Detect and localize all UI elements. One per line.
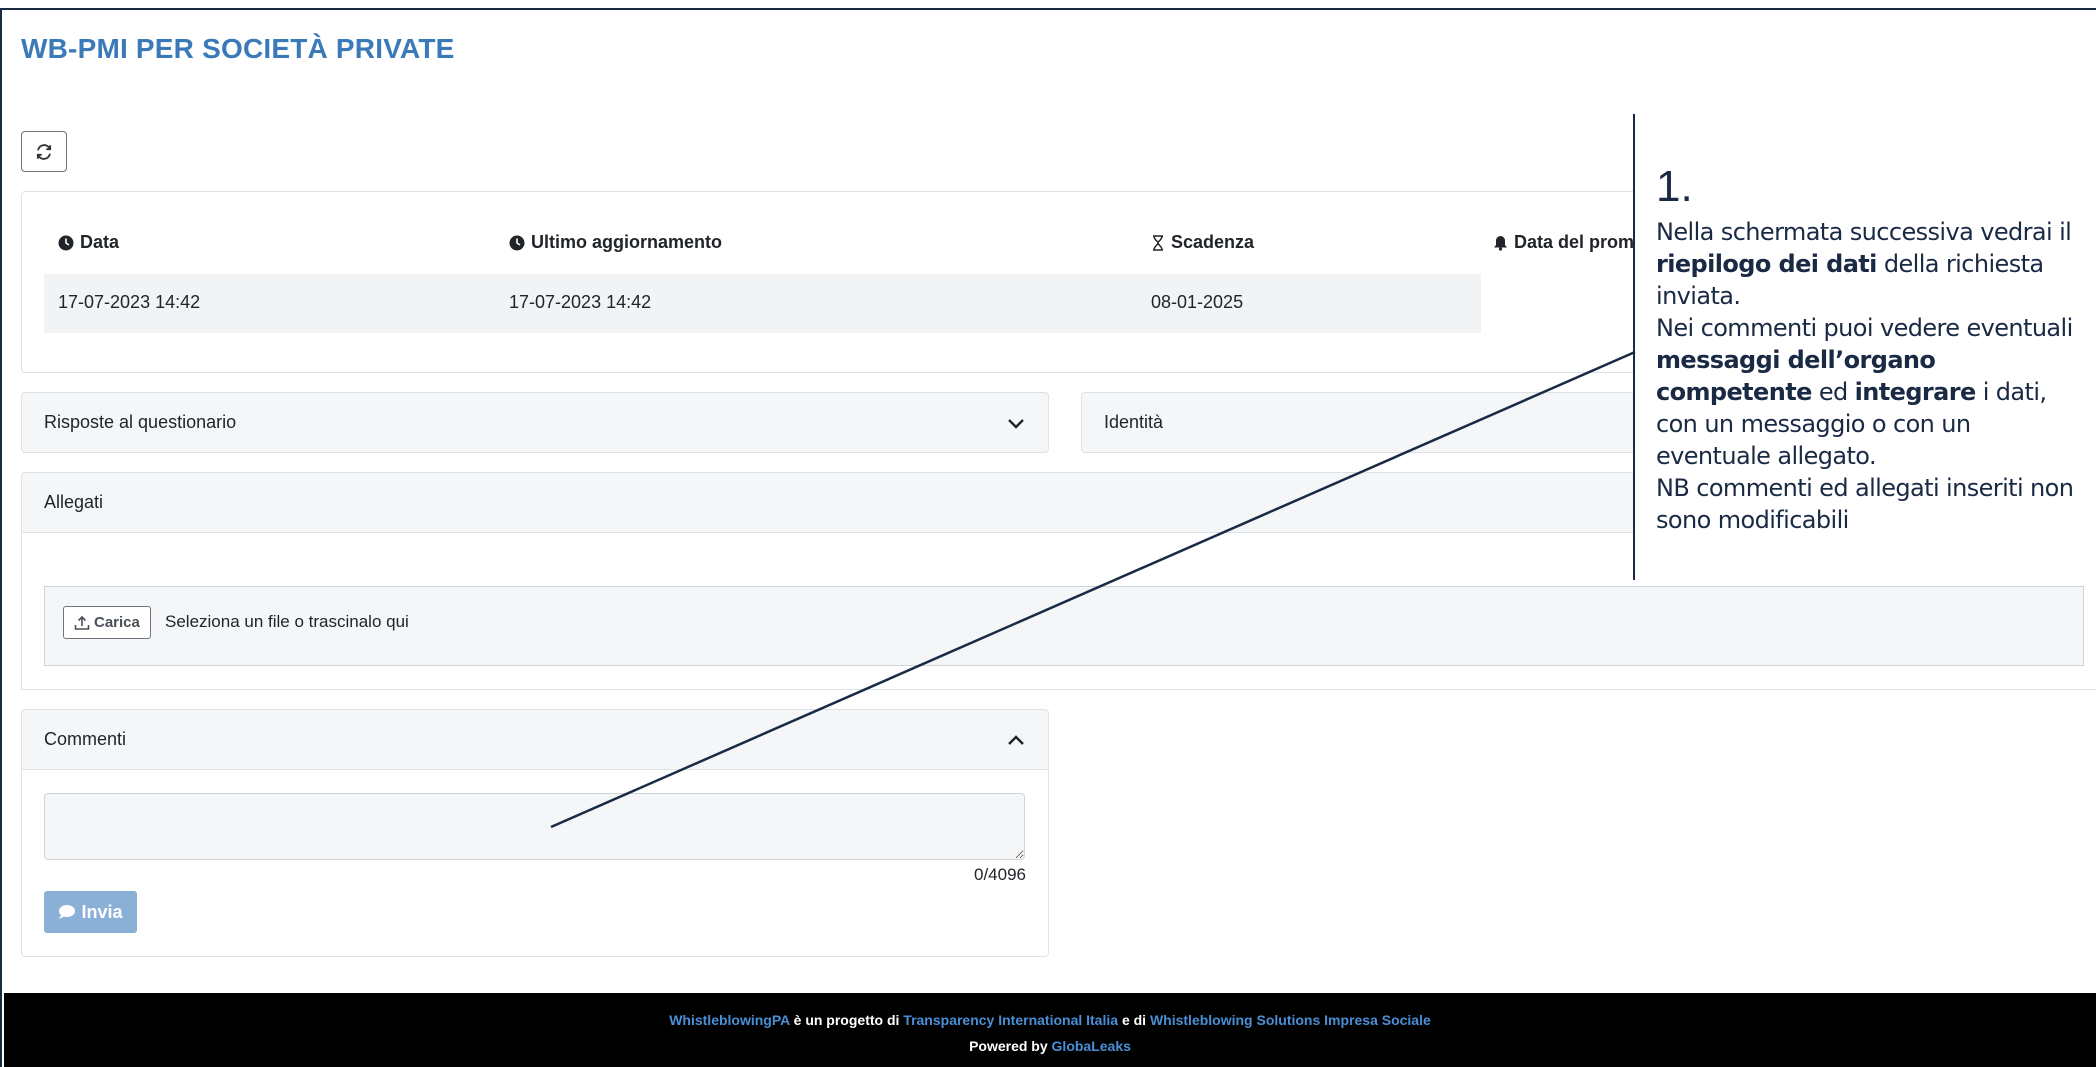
send-button[interactable]: Invia <box>44 891 137 933</box>
header-last-update: Ultimo aggiornamento <box>509 232 722 253</box>
footer-text-2: e di <box>1121 1012 1147 1028</box>
panel-identity-label: Identità <box>1104 412 1164 432</box>
header-deadline-label: Scadenza <box>1171 232 1255 252</box>
callout-p1a: Nella schermata successiva vedrai il <box>1656 218 2072 246</box>
send-button-label: Invia <box>81 901 123 922</box>
header-last-update-label: Ultimo aggiornamento <box>531 232 723 252</box>
callout-p2a: Nei commenti puoi vedere eventuali <box>1656 314 2073 342</box>
callout-p1b: riepilogo dei dati <box>1656 250 1877 278</box>
tutorial-callout: 1. Nella schermata successiva vedrai il … <box>1633 114 2096 580</box>
upload-button-label: Carica <box>94 614 140 631</box>
panel-questionnaire-answers[interactable]: Risposte al questionario <box>21 392 1049 453</box>
footer-credits: WhistleblowingPA è un progetto di Transp… <box>4 1012 2096 1028</box>
hourglass-icon <box>1153 234 1163 251</box>
panel-comments-label: Commenti <box>44 729 127 749</box>
upload-button[interactable]: Carica <box>63 606 151 639</box>
powered-by-text: Powered by <box>969 1038 1048 1054</box>
link-whistleblowing-solutions[interactable]: Whistleblowing Solutions Impresa Sociale <box>1150 1012 1431 1028</box>
chevron-down-icon[interactable] <box>1006 413 1026 433</box>
comment-textarea[interactable] <box>44 793 1025 860</box>
info-values-row <box>44 274 1481 333</box>
clock-icon <box>509 235 525 250</box>
comment-icon <box>59 905 76 919</box>
header-data-label: Data <box>80 232 120 252</box>
refresh-button[interactable] <box>21 131 67 172</box>
callout-p2d: integrare <box>1854 378 1977 406</box>
header-deadline: Scadenza <box>1151 232 1254 253</box>
link-globaleaks[interactable]: GlobaLeaks <box>1052 1038 1131 1054</box>
refresh-icon <box>36 143 52 160</box>
header-data: Data <box>58 232 119 253</box>
dropzone-hint: Seleziona un file o trascinalo qui <box>165 612 409 631</box>
link-transparency[interactable]: Transparency International Italia <box>903 1012 1118 1028</box>
callout-step-number: 1. <box>1656 162 1693 211</box>
value-last-update: 17-07-2023 14:42 <box>509 292 652 312</box>
callout-p3: NB commenti ed allegati inseriti non son… <box>1656 474 2074 534</box>
footer: WhistleblowingPA è un progetto di Transp… <box>4 993 2096 1067</box>
panel-comments[interactable]: Commenti <box>21 709 1049 770</box>
callout-text: Nella schermata successiva vedrai il rie… <box>1656 216 2076 536</box>
panel-attachments-label: Allegati <box>44 492 104 512</box>
page-title: WB-PMI PER SOCIETÀ PRIVATE <box>21 33 455 64</box>
bell-icon <box>1494 235 1507 251</box>
footer-powered: Powered by GlobaLeaks <box>4 1038 2096 1054</box>
link-whistleblowingpa[interactable]: WhistleblowingPA <box>669 1012 790 1028</box>
chevron-up-icon[interactable] <box>1006 730 1026 750</box>
comments-body: 0/4096 Invia <box>21 769 1049 957</box>
callout-p2c: ed <box>1818 378 1848 406</box>
header-reminder: Data del prom <box>1493 232 1634 253</box>
value-deadline: 08-01-2025 <box>1151 292 1244 312</box>
value-data: 17-07-2023 14:42 <box>58 292 201 312</box>
file-dropzone[interactable]: Carica Seleziona un file o trascinalo qu… <box>44 586 2084 666</box>
char-counter: 0/4096 <box>974 865 1026 884</box>
panel-questionnaire-label: Risposte al questionario <box>44 412 237 432</box>
clock-icon <box>58 235 74 250</box>
footer-text-1: è un progetto di <box>793 1012 900 1028</box>
header-reminder-label: Data del prom <box>1514 232 1635 252</box>
upload-icon <box>74 615 90 630</box>
